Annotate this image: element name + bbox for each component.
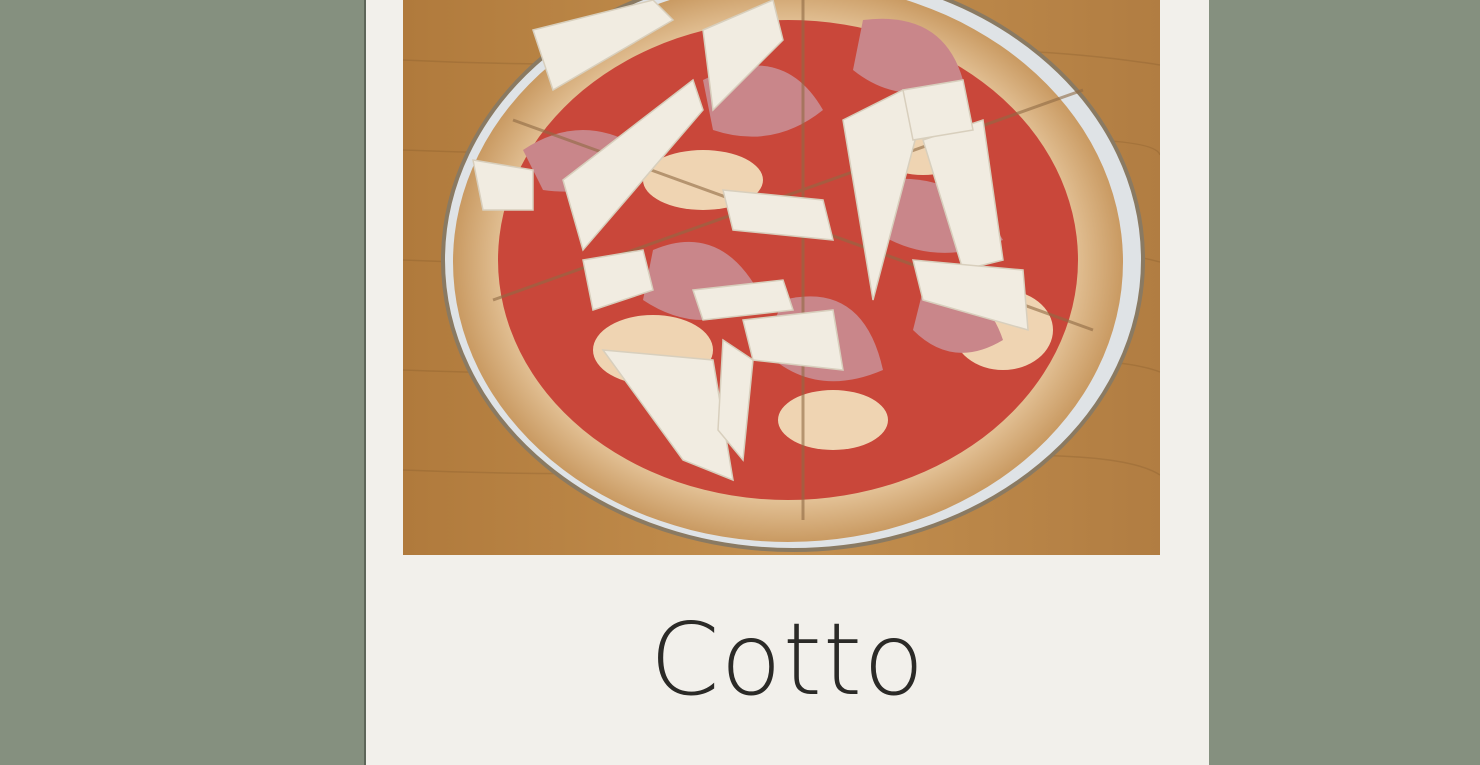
pizza-photo [403,0,1160,555]
menu-card: Cotto [364,0,1209,765]
page-background: Cotto [0,0,1480,765]
pizza-illustration [403,0,1160,555]
pizza-title: Cotto [649,601,926,718]
